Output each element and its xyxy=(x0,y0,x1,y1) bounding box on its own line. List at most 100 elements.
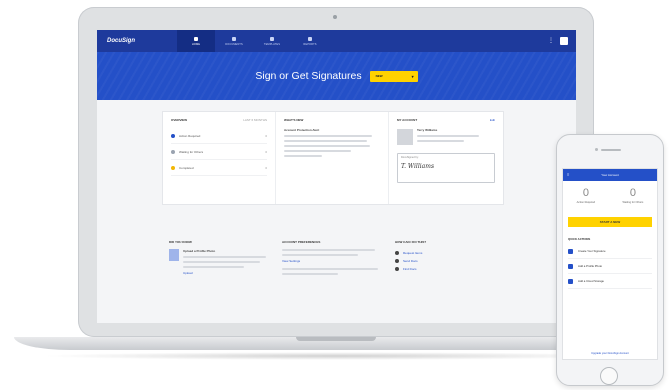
caret-down-icon: ▾ xyxy=(411,73,414,79)
tab-home[interactable]: HOME xyxy=(177,30,215,52)
profile-summary: Terry Williams xyxy=(397,128,495,145)
tab-templates[interactable]: TEMPLATES xyxy=(253,30,291,52)
stat-label: Waiting for Others xyxy=(179,149,204,154)
how-to-item[interactable]: Find Docs xyxy=(395,265,496,273)
account-preferences-column: ACCOUNT PREFERENCES View Settings xyxy=(276,238,389,296)
text-placeholder xyxy=(284,155,323,157)
phone-screen: ≡ Your Account 0 Action Required 0 Waiti… xyxy=(563,169,657,359)
tip-card: Upload a Profile Photo Upload xyxy=(169,249,270,275)
templates-icon xyxy=(270,36,274,41)
overview-header: OVERVIEW LAST 6 MONTHS xyxy=(171,118,267,122)
laptop-screen: DocuSign HOME DOCUMENTS TEMPLATES REPORT… xyxy=(97,30,576,323)
text-placeholder xyxy=(284,140,367,142)
signature-text: T. Williams xyxy=(401,163,435,170)
phone-stat-waiting[interactable]: 0 Waiting for Others xyxy=(623,187,644,215)
tab-label: REPORTS xyxy=(303,42,317,46)
phone-camera xyxy=(595,148,598,151)
tip-body: Upload a Profile Photo Upload xyxy=(183,249,270,275)
text-placeholder xyxy=(284,145,371,147)
quick-action-item[interactable]: Add a Cloud Storage xyxy=(568,274,652,289)
phone-stat-value: 0 xyxy=(582,187,589,199)
brand-logo[interactable]: DocuSign xyxy=(107,38,177,44)
upgrade-link[interactable]: Upgrade your DocuSign Account xyxy=(563,352,657,355)
stat-action-required[interactable]: Action Required 0 xyxy=(171,128,267,144)
stat-waiting[interactable]: Waiting for Others 0 xyxy=(171,144,267,160)
text-placeholder xyxy=(282,249,375,251)
bullet-icon xyxy=(395,267,399,271)
quick-actions-title: QUICK ACTIONS xyxy=(568,237,591,241)
my-account-title: MY ACCOUNT xyxy=(397,118,418,122)
whats-new-heading[interactable]: Account Protection Alert xyxy=(284,128,380,132)
new-button-label: NEW xyxy=(375,74,383,78)
phone-stat-label: Action Required xyxy=(576,201,596,204)
top-navigation-bar: DocuSign HOME DOCUMENTS TEMPLATES REPORT… xyxy=(97,30,576,52)
stat-count: 0 xyxy=(265,149,267,154)
text-placeholder xyxy=(417,135,480,137)
signature-caption: DocuSigned by: xyxy=(401,156,419,159)
quick-action-item[interactable]: Add a Profile Photo xyxy=(568,259,652,274)
quick-action-item[interactable]: Create Your Signature xyxy=(568,244,652,259)
tab-label: HOME xyxy=(191,42,201,46)
new-button[interactable]: NEW ▾ xyxy=(369,70,418,82)
user-avatar[interactable] xyxy=(560,37,568,45)
how-to-item[interactable]: Send Docs xyxy=(395,257,496,265)
laptop-notch xyxy=(296,337,376,341)
whats-new-column: WHAT'S NEW Account Protection Alert xyxy=(275,112,388,204)
profile-name: Terry Williams xyxy=(417,128,438,132)
overview-title: OVERVIEW xyxy=(171,118,188,122)
phone-title: Your Account xyxy=(601,173,619,177)
stat-label: Action Required xyxy=(179,133,201,138)
tab-documents[interactable]: DOCUMENTS xyxy=(215,30,253,52)
overview-range[interactable]: LAST 6 MONTHS xyxy=(243,118,267,122)
quick-action-label: Add a Profile Photo xyxy=(578,264,603,268)
how-to-link: Send Docs xyxy=(403,259,418,263)
profile-details: Terry Williams xyxy=(417,128,495,145)
signature-icon xyxy=(568,248,573,254)
home-button[interactable] xyxy=(600,367,618,385)
overview-column: OVERVIEW LAST 6 MONTHS Action Required 0… xyxy=(163,112,275,204)
text-placeholder xyxy=(282,268,378,270)
how-to-link: Request Items xyxy=(403,251,423,255)
status-dot-icon xyxy=(171,165,175,170)
bullet-icon xyxy=(395,259,399,263)
photo-icon xyxy=(169,249,179,261)
phone-device: ≡ Your Account 0 Action Required 0 Waiti… xyxy=(556,134,664,386)
hamburger-menu-icon[interactable]: ≡ xyxy=(567,173,569,177)
laptop-camera xyxy=(333,15,337,19)
more-menu-icon[interactable]: ⋮ xyxy=(548,38,554,44)
whats-new-title: WHAT'S NEW xyxy=(284,118,304,122)
text-placeholder xyxy=(183,261,260,263)
tab-reports[interactable]: REPORTS xyxy=(291,30,329,52)
phone-stat-value: 0 xyxy=(629,187,636,199)
hero-banner: Sign or Get Signatures NEW ▾ xyxy=(97,52,576,100)
upload-link[interactable]: Upload xyxy=(183,271,270,275)
phone-app-bar: ≡ Your Account xyxy=(563,169,657,181)
my-account-header: MY ACCOUNT Edit xyxy=(397,118,495,122)
how-to-link: Find Docs xyxy=(403,267,417,271)
documents-icon xyxy=(232,36,236,41)
account-preferences-title: ACCOUNT PREFERENCES xyxy=(282,240,321,244)
how-to-item[interactable]: Request Items xyxy=(395,249,496,257)
phone-stat-action-required[interactable]: 0 Action Required xyxy=(577,187,595,215)
edit-link[interactable]: Edit xyxy=(490,118,495,122)
text-placeholder xyxy=(284,150,352,152)
phone-stats: 0 Action Required 0 Waiting for Others xyxy=(563,181,657,215)
profile-photo[interactable] xyxy=(397,128,413,145)
signature-card[interactable]: DocuSigned by: T. Williams xyxy=(397,153,495,183)
home-icon xyxy=(194,36,198,41)
laptop-shadow xyxy=(40,352,630,360)
stat-completed[interactable]: Completed 0 xyxy=(171,160,267,176)
status-dot-icon xyxy=(171,133,175,138)
tab-label: DOCUMENTS xyxy=(225,42,243,46)
view-settings-link[interactable]: View Settings xyxy=(282,259,383,263)
how-to-title: HOW CAN I DO THIS? xyxy=(395,240,427,244)
did-you-know-column: DID YOU KNOW Upload a Profile Photo Uplo… xyxy=(163,238,276,296)
cloud-icon xyxy=(568,278,573,284)
phone-stat-label: Waiting for Others xyxy=(622,201,644,204)
stat-label: Completed xyxy=(179,165,194,170)
stat-count: 0 xyxy=(265,165,267,170)
reports-icon xyxy=(308,36,312,41)
helper-row: DID YOU KNOW Upload a Profile Photo Uplo… xyxy=(163,238,503,296)
phone-start-button[interactable]: START A NEW xyxy=(568,217,652,227)
text-placeholder xyxy=(183,266,244,268)
